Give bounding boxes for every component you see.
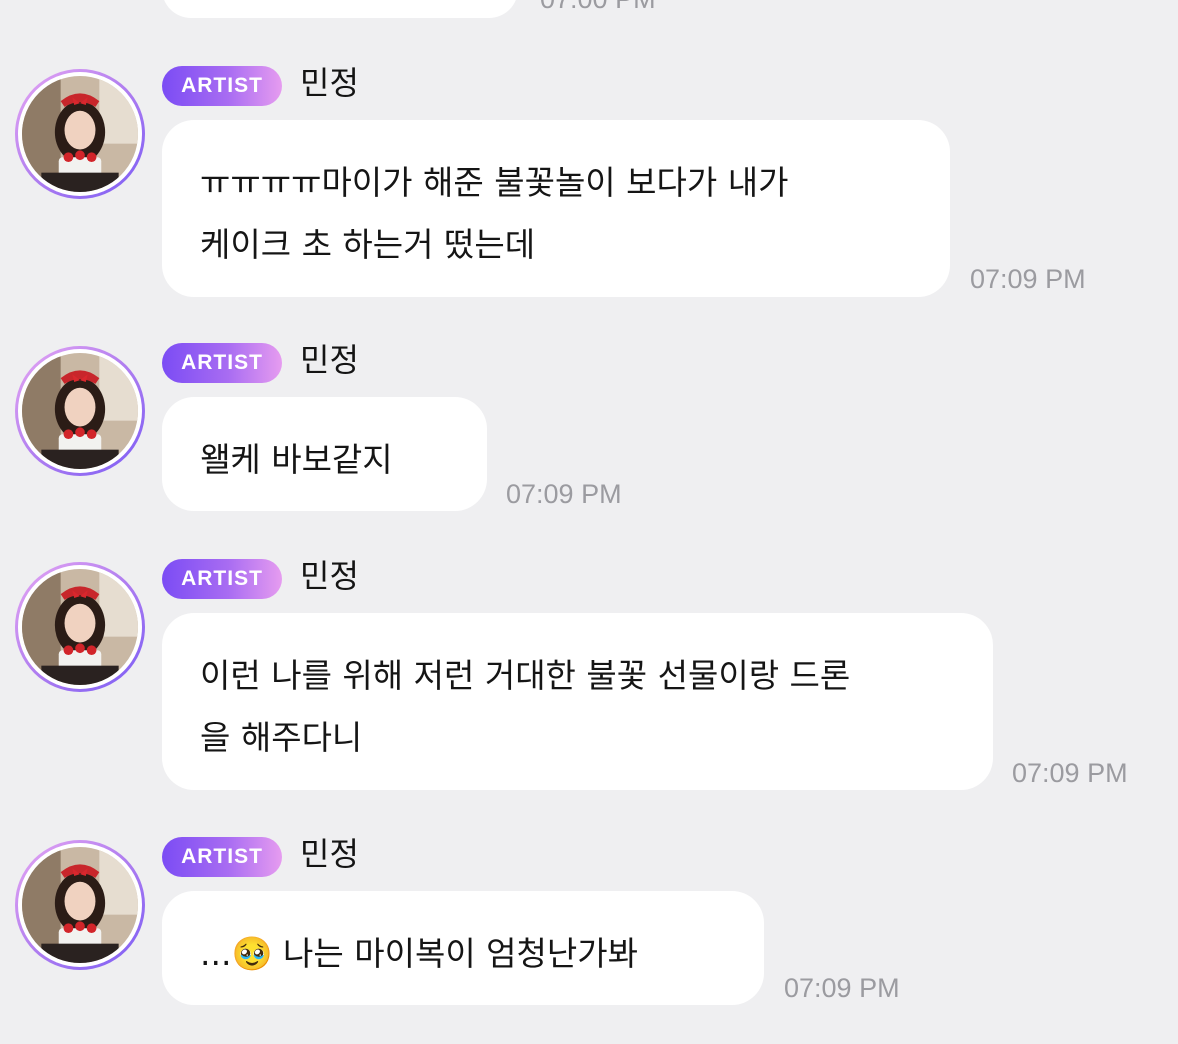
- avatar-photo: [22, 847, 138, 963]
- message-bubble[interactable]: 이런 나를 위해 저런 거대한 불꽃 선물이랑 드론 을 해주다니: [162, 613, 993, 790]
- sender-name: 민정: [300, 341, 359, 379]
- artist-badge: ARTIST: [162, 66, 282, 106]
- artist-badge: ARTIST: [162, 837, 282, 877]
- artist-badge: ARTIST: [162, 343, 282, 383]
- message-time: 07:09 PM: [1012, 758, 1128, 788]
- message-bubble[interactable]: ...🥹 나는 마이복이 엄청난가봐: [162, 891, 764, 1005]
- previous-message-time: 07:00 PM: [540, 0, 656, 15]
- artist-avatar[interactable]: [15, 69, 145, 199]
- artist-avatar[interactable]: [15, 346, 145, 476]
- artist-avatar[interactable]: [15, 840, 145, 970]
- artist-avatar[interactable]: [15, 562, 145, 692]
- message-bubble[interactable]: ㅠㅠㅠㅠ마이가 해준 불꽃놀이 보다가 내가 케이크 초 하는거 떴는데: [162, 120, 950, 297]
- avatar-photo: [22, 353, 138, 469]
- avatar-photo: [22, 76, 138, 192]
- message-time: 07:09 PM: [506, 479, 622, 509]
- message-time: 07:09 PM: [784, 973, 900, 1003]
- artist-badge: ARTIST: [162, 559, 282, 599]
- sender-name: 민정: [300, 64, 359, 102]
- sender-name: 민정: [300, 557, 359, 595]
- avatar-photo: [22, 569, 138, 685]
- message-time: 07:09 PM: [970, 264, 1086, 294]
- sender-name: 민정: [300, 835, 359, 873]
- message-bubble[interactable]: 왤케 바보같지: [162, 397, 487, 511]
- previous-message-bubble[interactable]: [162, 0, 518, 18]
